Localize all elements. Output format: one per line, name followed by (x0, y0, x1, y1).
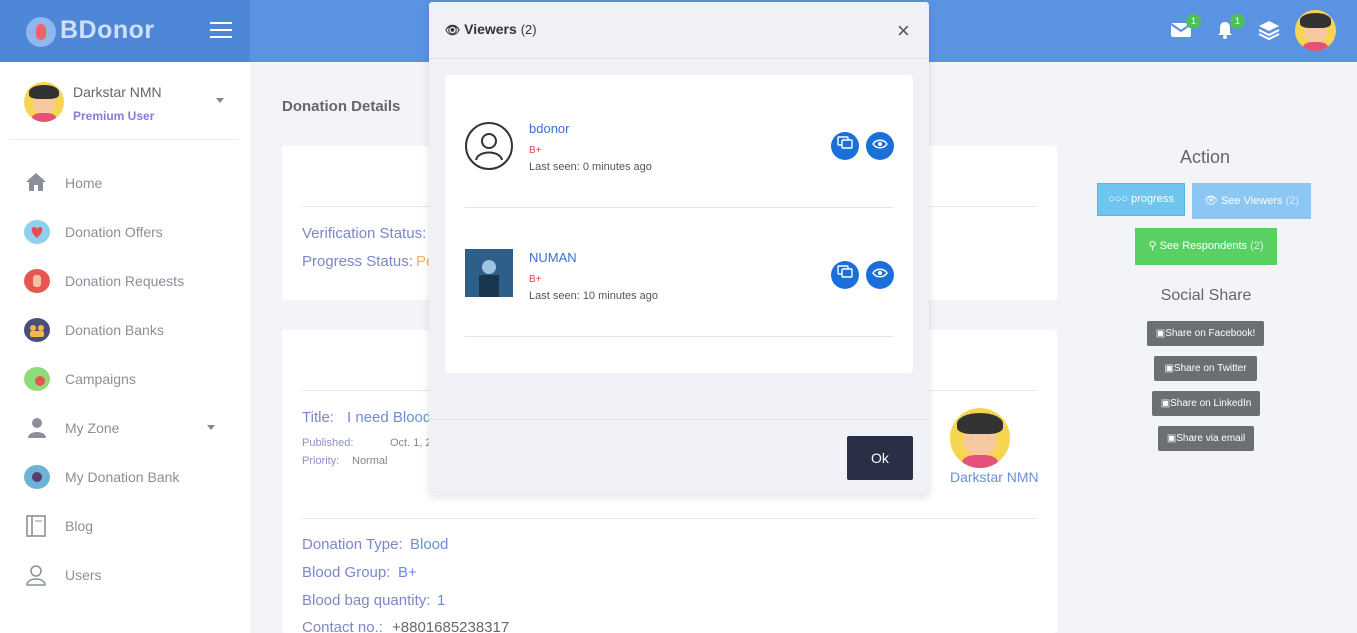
priority-value: Normal (352, 455, 388, 467)
mail-icon[interactable]: 1 (1169, 14, 1201, 42)
viewers-modal: 👁 Viewers (2) × bdonor B+ Last seen: 0 m… (429, 2, 929, 495)
eye-icon: 👁 (1203, 195, 1218, 207)
bell-icon[interactable]: 1 (1213, 14, 1245, 42)
progress-status-label: Progress Status: (302, 253, 413, 270)
viewer-name[interactable]: NUMAN (529, 250, 577, 265)
modal-title: 👁 Viewers (2) (445, 21, 537, 37)
sidebar-item-donation-banks[interactable]: Donation Banks (24, 309, 234, 349)
mail-badge: 1 (1186, 14, 1201, 29)
bag-quantity-value: 1 (437, 592, 446, 609)
brand-area[interactable]: BDonor (0, 0, 250, 62)
sidebar-item-users[interactable]: Users (24, 554, 234, 594)
title-value: I need Blood (347, 409, 432, 426)
people-icon (24, 318, 50, 342)
contact-value: +8801685238317 (392, 619, 510, 633)
book-icon (24, 514, 50, 538)
sidebar: Darkstar NMN Premium User Home Donation … (0, 62, 250, 633)
user-role: Premium User (73, 109, 155, 123)
chevron-down-icon[interactable] (207, 425, 215, 430)
users-icon (24, 563, 50, 587)
verification-status-label: Verification Status: (302, 225, 427, 242)
sidebar-user-box[interactable]: Darkstar NMN Premium User (10, 62, 238, 140)
viewers-list: bdonor B+ Last seen: 0 minutes ago NUMAN… (445, 75, 913, 373)
sidebar-item-campaigns[interactable]: Campaigns (24, 358, 234, 398)
share-linkedin-button[interactable]: ▣Share on LinkedIn (1152, 391, 1260, 416)
author-name[interactable]: Darkstar NMN (950, 469, 1039, 485)
donation-type-label: Donation Type: (302, 536, 403, 553)
list-item: bdonor B+ Last seen: 0 minutes ago (465, 79, 894, 208)
viewer-blood-group: B+ (529, 274, 542, 285)
published-label: Published: (302, 437, 354, 449)
list-item: NUMAN B+ Last seen: 10 minutes ago (465, 208, 894, 337)
layers-icon[interactable] (1257, 20, 1281, 42)
chat-icon[interactable] (831, 261, 859, 289)
eye-icon[interactable] (866, 261, 894, 289)
brand-name: BDonor (60, 16, 155, 44)
social-share-title: Social Share (1160, 287, 1252, 304)
bank-icon (24, 465, 50, 489)
heart-hand-icon (24, 220, 50, 244)
linkedin-icon: ▣ (1160, 398, 1171, 409)
sidebar-item-donation-offers[interactable]: Donation Offers (24, 211, 234, 251)
progress-button[interactable]: ○○○ progress (1097, 183, 1185, 216)
donation-type-value: Blood (410, 536, 449, 553)
priority-label: Priority: (302, 455, 340, 467)
hand-blood-icon (24, 269, 50, 293)
campaign-icon (24, 367, 50, 391)
contact-label: Contact no.: (302, 619, 383, 633)
home-icon (24, 171, 50, 195)
default-avatar-icon[interactable] (465, 122, 513, 170)
see-respondents-button[interactable]: ⚲ See Respondents (2) (1135, 228, 1277, 265)
modal-footer-divider (429, 419, 929, 420)
bag-quantity-label: Blood bag quantity: (302, 592, 431, 609)
title-label: Title: (302, 409, 334, 426)
share-facebook-button[interactable]: ▣Share on Facebook! (1147, 321, 1264, 346)
close-icon[interactable]: × (897, 18, 910, 44)
viewer-last-seen: Last seen: 0 minutes ago (529, 161, 652, 173)
viewer-name[interactable]: bdonor (529, 121, 569, 136)
chevron-down-icon[interactable] (216, 98, 224, 103)
user-icon: ⚲ (1148, 240, 1157, 252)
ok-button[interactable]: Ok (847, 436, 913, 480)
see-viewers-button[interactable]: 👁 See Viewers (2) (1192, 183, 1311, 219)
blood-group-value: B+ (398, 564, 417, 581)
viewer-photo[interactable] (465, 249, 513, 297)
sidebar-item-my-donation-bank[interactable]: My Donation Bank (24, 456, 234, 496)
sidebar-item-my-zone[interactable]: My Zone (24, 407, 234, 447)
modal-header: 👁 Viewers (2) × (429, 2, 929, 59)
user-name: Darkstar NMN (73, 84, 162, 100)
user-avatar (24, 82, 64, 122)
action-title: Action (1179, 147, 1231, 167)
page-title: Donation Details (282, 98, 401, 115)
header-avatar[interactable] (1295, 10, 1336, 51)
share-twitter-button[interactable]: ▣Share on Twitter (1154, 356, 1257, 381)
user-icon (24, 416, 50, 440)
email-icon: ▣ (1166, 433, 1177, 444)
menu-toggle-icon[interactable] (210, 22, 232, 40)
blood-group-label: Blood Group: (302, 564, 391, 581)
chat-icon[interactable] (831, 132, 859, 160)
brand-logo-icon (26, 17, 56, 47)
facebook-icon: ▣ (1155, 328, 1166, 339)
eye-icon[interactable] (866, 132, 894, 160)
twitter-icon: ▣ (1164, 363, 1174, 374)
sidebar-item-donation-requests[interactable]: Donation Requests (24, 260, 234, 300)
share-email-button[interactable]: ▣Share via email (1158, 426, 1254, 451)
sidebar-item-home[interactable]: Home (24, 162, 234, 202)
author-avatar[interactable] (950, 408, 1010, 468)
viewer-blood-group: B+ (529, 145, 542, 156)
eye-icon: 👁 (445, 23, 461, 37)
bell-badge: 1 (1230, 14, 1245, 29)
sidebar-item-blog[interactable]: Blog (24, 505, 234, 545)
viewer-last-seen: Last seen: 10 minutes ago (529, 290, 659, 302)
